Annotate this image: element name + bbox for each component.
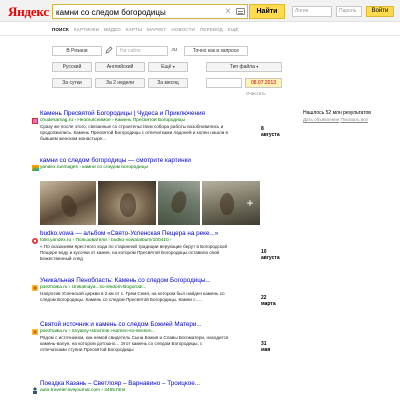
image-thumbnails: +	[40, 181, 262, 225]
result-snippet: Рядом с источником, как немой свидетель …	[40, 335, 229, 352]
result-date: 10 августа	[261, 249, 280, 261]
spacer	[191, 78, 203, 88]
lang-more-label: Ещё	[161, 64, 172, 70]
result-title[interactable]: Камень Пресвятой Богородицы | Чудеса и П…	[40, 110, 270, 118]
chevron-down-icon: ▾	[172, 64, 175, 69]
search-input[interactable]	[56, 6, 216, 18]
region-field[interactable]: В Рязани	[52, 46, 102, 56]
result-title[interactable]: Святой источник и камень со следом Божие…	[40, 321, 270, 329]
image-thumbnail[interactable]: +	[202, 181, 260, 225]
signin-button[interactable]: Войти	[366, 6, 394, 17]
tab-translate[interactable]: ПЕРЕВОД	[200, 26, 223, 34]
site-field[interactable]: На сайте	[116, 46, 168, 56]
find-button[interactable]: Найти	[249, 4, 285, 19]
show-all-link[interactable]: Показать все	[340, 117, 367, 122]
site-zone-label: .ru	[171, 46, 181, 56]
result-url[interactable]: auto-traveler.livejournal.com › 4465.htm…	[40, 388, 270, 394]
filter-row-period: За сутки За 2 недели За месяц 08.07.2013	[52, 78, 282, 88]
search-result: Камень Пресвятой Богородицы | Чудеса и П…	[32, 110, 280, 141]
top-header: Яндекс × Найти Логин Пароль Войти	[0, 0, 400, 22]
login-field[interactable]: Логин	[292, 6, 332, 17]
search-result: Святой источник и камень со следом Божие…	[32, 321, 271, 353]
filter-row-language: Русский Английский Ещё ▾ Тип файла ▾	[52, 62, 282, 72]
result-snippet: « По сказаниям Крестного хода по старинн…	[40, 244, 228, 261]
filter-row-region: В Рязани На сайте .ru Точно как в запрос…	[52, 46, 248, 56]
yandex-logo[interactable]: Яндекс	[8, 4, 49, 20]
tab-images[interactable]: КАРТИНКИ	[74, 26, 99, 34]
result-snippet: Сразу же после этого, связанные со строи…	[40, 124, 228, 141]
filetype-select[interactable]: Тип файла ▾	[206, 62, 282, 72]
image-thumbnail[interactable]	[40, 181, 96, 225]
search-result: Поездка Казань – Светлояр – Варнавино – …	[33, 380, 270, 394]
tab-market[interactable]: МАРКЕТ	[147, 26, 166, 34]
ads-link[interactable]: Дать объявление	[303, 117, 339, 122]
livejournal-icon	[32, 381, 38, 394]
search-result: Уникальная Пенобласть: Камень со следом …	[32, 277, 276, 307]
period-two-weeks-button[interactable]: За 2 недели	[95, 78, 145, 88]
search-tabs: ПОИСК КАРТИНКИ ВИДЕО КАРТЫ МАРКЕТ НОВОСТ…	[52, 26, 239, 34]
images-result: камни со следом богородицы — смотрите ка…	[32, 157, 270, 171]
favicon-icon	[32, 111, 38, 124]
lang-russian-button[interactable]: Русский	[52, 62, 92, 72]
search-box: ×	[52, 4, 248, 19]
ads-links: Дать объявление Показать все	[303, 117, 368, 122]
date-from-field[interactable]	[206, 78, 242, 88]
lang-english-button[interactable]: Английский	[95, 62, 145, 72]
exact-match-button[interactable]: Точно как в запросе	[184, 46, 248, 56]
tab-video[interactable]: ВИДЕО	[104, 26, 121, 34]
spacer	[191, 62, 203, 72]
filetype-label: Тип файла	[229, 64, 255, 70]
image-icon	[32, 158, 39, 171]
favicon-icon	[32, 278, 38, 291]
result-date: 8 августа	[261, 126, 280, 138]
chevron-down-icon: ▾	[256, 64, 259, 69]
result-title[interactable]: Поездка Казань – Светлояр – Варнавино – …	[40, 380, 270, 388]
tab-news[interactable]: НОВОСТИ	[171, 26, 195, 34]
fotki-icon	[32, 231, 38, 244]
result-date: 22 марта	[261, 295, 276, 307]
favicon-icon	[32, 322, 38, 335]
tabs-divider	[0, 35, 400, 36]
date-to-field[interactable]: 08.07.2013	[245, 78, 282, 88]
pencil-icon[interactable]	[105, 46, 113, 56]
period-day-button[interactable]: За сутки	[52, 78, 92, 88]
image-thumbnail[interactable]	[98, 181, 156, 225]
period-month-button[interactable]: За месяц	[148, 78, 188, 88]
image-thumbnail[interactable]	[158, 181, 200, 225]
clear-icon[interactable]: ×	[225, 5, 231, 18]
results-count: Нашлось 52 млн результатов	[303, 110, 371, 116]
tab-maps[interactable]: КАРТЫ	[126, 26, 142, 34]
result-title[interactable]: Уникальная Пенобласть: Камень со следом …	[40, 277, 270, 285]
result-title[interactable]: budko.vowa — альбом «Свято-Успенская Пещ…	[40, 230, 270, 238]
result-snippet: Напротив Успенской церкви в 2 км от с. Г…	[40, 291, 225, 302]
result-date: 31 мая	[261, 341, 271, 353]
result-url[interactable]: yandex.ru/images › камни со следом богор…	[40, 165, 270, 171]
keyboard-icon[interactable]	[236, 8, 245, 15]
search-result: budko.vowa — альбом «Свято-Успенская Пещ…	[32, 230, 280, 261]
lang-more-select[interactable]: Ещё ▾	[148, 62, 188, 72]
plus-icon[interactable]: +	[244, 197, 256, 209]
logo-text: Яндекс	[8, 4, 49, 19]
password-field[interactable]: Пароль	[336, 6, 362, 17]
reset-link[interactable]: Очистить	[246, 91, 266, 96]
tab-more[interactable]: ЕЩЁ	[228, 26, 239, 34]
result-title[interactable]: камни со следом богородицы — смотрите ка…	[40, 157, 270, 165]
tab-search[interactable]: ПОИСК	[52, 26, 69, 34]
